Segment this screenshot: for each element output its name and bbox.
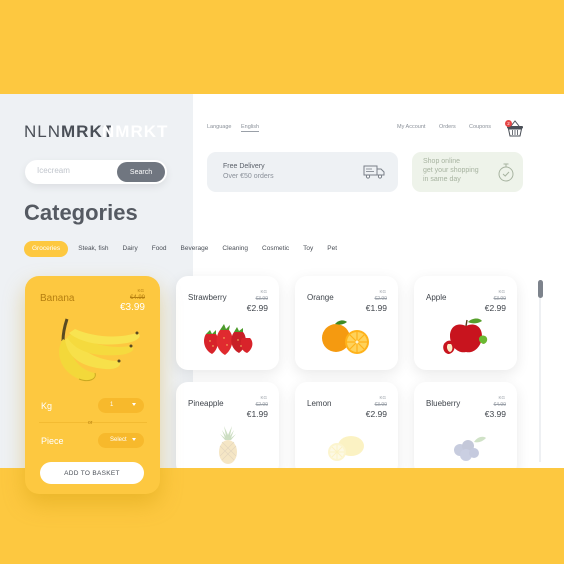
cart-count-badge: 2 bbox=[505, 120, 512, 127]
kg-label: Kg bbox=[41, 401, 53, 411]
chevron-down-icon bbox=[132, 403, 136, 406]
product-name: Pineapple bbox=[188, 399, 224, 408]
product-price: €2.99 bbox=[246, 303, 268, 313]
shop-subtitle-1: get your shopping bbox=[423, 167, 479, 174]
piece-label: Piece bbox=[41, 436, 64, 446]
product-old-price: €2.99 bbox=[374, 296, 387, 302]
apple-image bbox=[443, 318, 488, 354]
tab-pet[interactable]: Pet bbox=[320, 241, 344, 257]
tab-cosmetic[interactable]: Cosmetic bbox=[255, 241, 296, 257]
divider bbox=[39, 422, 147, 423]
product-unit: KG bbox=[260, 289, 267, 294]
nav-orders[interactable]: Orders bbox=[439, 124, 456, 130]
product-name: Strawberry bbox=[188, 293, 227, 302]
orange-image bbox=[322, 320, 369, 354]
product-unit: KG bbox=[260, 395, 267, 400]
shop-online-banner[interactable]: Shop online get your shopping in same da… bbox=[412, 152, 523, 192]
or-label: or bbox=[88, 420, 93, 426]
product-unit: KG bbox=[379, 289, 386, 294]
product-price: €1.99 bbox=[365, 303, 387, 313]
kg-value: 1 bbox=[110, 402, 114, 408]
product-name: Lemon bbox=[307, 399, 332, 408]
page-title: Categories bbox=[24, 200, 138, 225]
scrollbar-track[interactable] bbox=[539, 280, 541, 462]
product-card-pineapple[interactable]: Pineapple KG €2.99 €1.99 bbox=[176, 382, 279, 468]
logo-thin: NLN bbox=[24, 122, 62, 141]
tab-toy[interactable]: Toy bbox=[296, 241, 320, 257]
product-old-price: €3.99 bbox=[374, 402, 387, 408]
product-card-orange[interactable]: Orange KG €2.99 €1.99 bbox=[295, 276, 398, 370]
featured-price: €3.99 bbox=[119, 302, 145, 313]
product-unit: KG bbox=[379, 395, 386, 400]
delivery-subtitle: Over €50 orders bbox=[223, 173, 274, 180]
featured-unit: KG bbox=[137, 288, 144, 293]
featured-product-card: Banana KG €4.99 €3.99 Kg 1 or Piece Sele… bbox=[25, 276, 160, 494]
blueberry-image bbox=[454, 436, 486, 461]
cart-button[interactable]: 2 bbox=[505, 120, 525, 138]
product-old-price: €3.99 bbox=[255, 296, 268, 302]
piece-selector[interactable]: Select bbox=[98, 433, 144, 448]
language-label: Language bbox=[207, 124, 232, 130]
product-old-price: €4.99 bbox=[493, 402, 506, 408]
product-old-price: €2.99 bbox=[255, 402, 268, 408]
product-card-lemon[interactable]: Lemon KG €3.99 €2.99 bbox=[295, 382, 398, 468]
tab-food[interactable]: Food bbox=[145, 241, 174, 257]
product-card-strawberry[interactable]: Strawberry KG €3.99 €2.99 bbox=[176, 276, 279, 370]
brand-logo[interactable]: NLNMRKT bbox=[24, 122, 114, 142]
product-old-price: €3.99 bbox=[493, 296, 506, 302]
tab-dairy[interactable]: Dairy bbox=[116, 241, 145, 257]
product-name: Orange bbox=[307, 293, 334, 302]
product-price: €2.99 bbox=[484, 303, 506, 313]
banana-image bbox=[59, 318, 140, 382]
product-price: €2.99 bbox=[365, 409, 387, 419]
product-unit: KG bbox=[498, 395, 505, 400]
language-selector[interactable]: English bbox=[241, 124, 260, 132]
tab-groceries[interactable]: Groceries bbox=[24, 241, 69, 257]
scrollbar-thumb[interactable] bbox=[538, 280, 543, 298]
product-unit: KG bbox=[498, 289, 505, 294]
category-tabs: Groceries Steak, fish Dairy Food Beverag… bbox=[24, 241, 344, 257]
shop-title: Shop online bbox=[423, 158, 460, 165]
tab-steak-fish[interactable]: Steak, fish bbox=[71, 241, 115, 257]
tab-beverage[interactable]: Beverage bbox=[174, 241, 216, 257]
delivery-truck-icon bbox=[363, 165, 385, 179]
search-bar: Search bbox=[25, 160, 167, 184]
search-button[interactable]: Search bbox=[117, 162, 165, 182]
featured-old-price: €4.99 bbox=[129, 295, 145, 301]
lemon-image bbox=[328, 436, 364, 461]
delivery-title: Free Delivery bbox=[223, 163, 265, 170]
logo-ghost: NMRKT bbox=[102, 122, 169, 141]
product-price: €3.99 bbox=[484, 409, 506, 419]
product-name: Apple bbox=[426, 293, 447, 302]
tab-cleaning[interactable]: Cleaning bbox=[215, 241, 255, 257]
product-card-apple[interactable]: Apple KG €3.99 €2.99 bbox=[414, 276, 517, 370]
featured-name: Banana bbox=[40, 293, 75, 304]
product-price: €1.99 bbox=[246, 409, 268, 419]
kg-selector[interactable]: 1 bbox=[98, 398, 144, 413]
search-input[interactable] bbox=[37, 166, 117, 175]
free-delivery-banner[interactable]: Free Delivery Over €50 orders bbox=[207, 152, 398, 192]
product-name: Blueberry bbox=[426, 399, 461, 408]
nav-coupons[interactable]: Coupons bbox=[469, 124, 491, 130]
piece-value: Select bbox=[110, 437, 127, 443]
product-card-blueberry[interactable]: Blueberry KG €4.99 €3.99 bbox=[414, 382, 517, 468]
strawberry-image bbox=[204, 324, 253, 355]
chevron-down-icon bbox=[132, 438, 136, 441]
add-to-basket-button[interactable]: ADD TO BASKET bbox=[40, 462, 144, 484]
shop-subtitle-2: in same day bbox=[423, 176, 461, 183]
pineapple-image bbox=[219, 426, 237, 464]
stopwatch-icon bbox=[498, 163, 514, 182]
nav-my-account[interactable]: My Account bbox=[397, 124, 425, 130]
